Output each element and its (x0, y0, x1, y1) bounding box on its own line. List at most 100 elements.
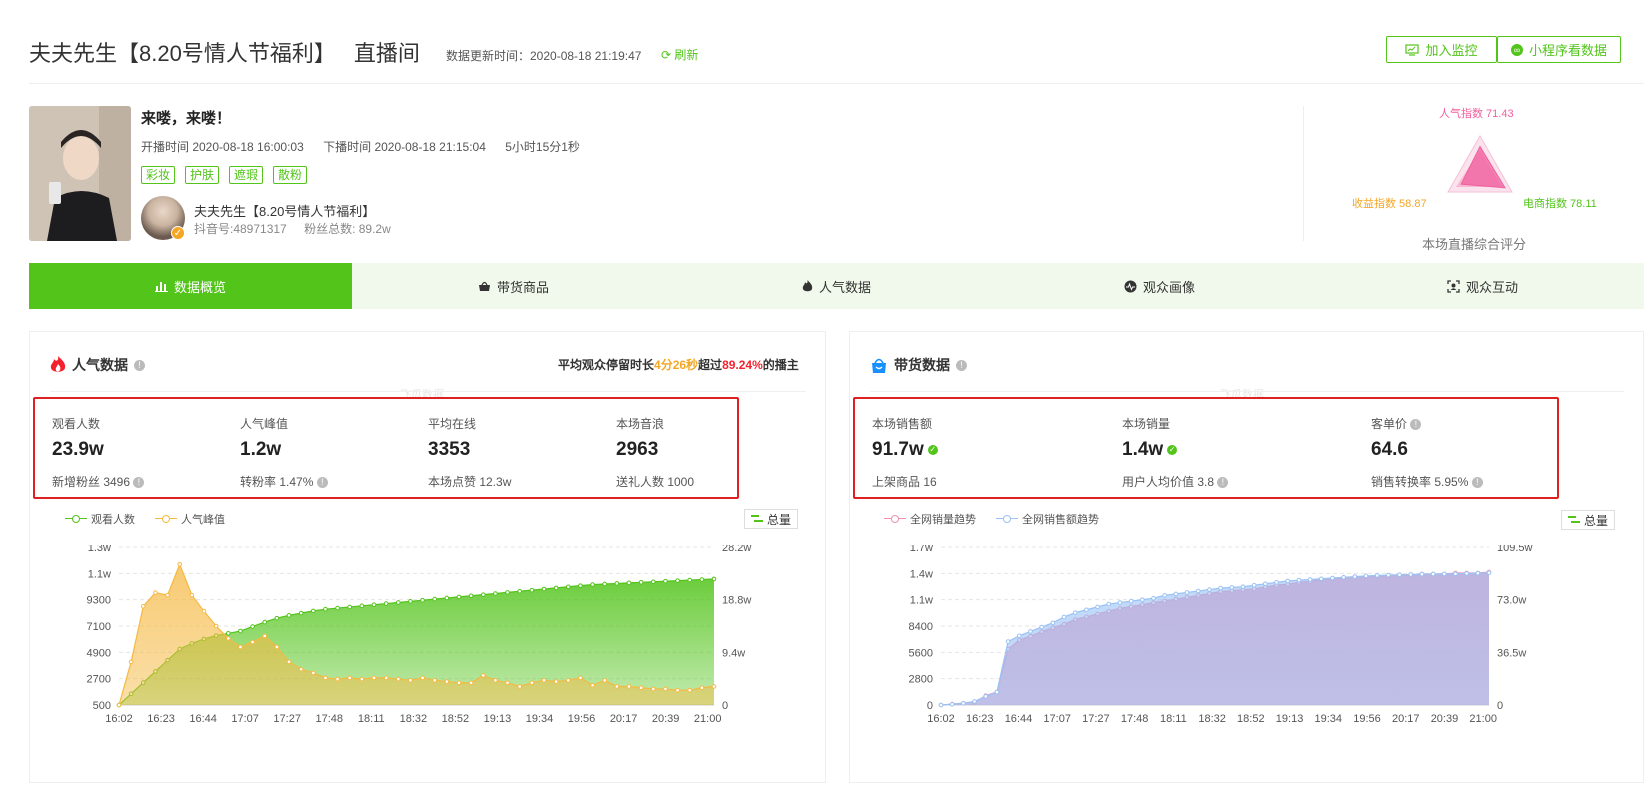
series-point (711, 684, 717, 689)
popularity-legend: 观看人数 人气峰值 (65, 511, 225, 527)
tag-item[interactable]: 护肤 (185, 166, 220, 184)
series-point (250, 639, 255, 645)
total-toggle-button[interactable]: 总量 (1561, 510, 1616, 530)
series-point (1218, 585, 1223, 591)
y-tick-label: 1.7w (910, 545, 933, 554)
tab-audience-interaction[interactable]: 观众互动 (1321, 263, 1644, 309)
header-divider (29, 83, 1644, 84)
series-point (1061, 614, 1067, 620)
series-point (1207, 587, 1212, 592)
series-point (972, 699, 977, 704)
series-point (1419, 571, 1425, 577)
refresh-button[interactable]: ⟳ 刷新 (661, 46, 698, 63)
x-tick-label: 16:44 (189, 713, 217, 725)
tag-item[interactable]: 彩妆 (141, 166, 176, 184)
series-point (371, 675, 377, 681)
series-point (359, 676, 365, 682)
series-point (1374, 573, 1380, 578)
series-point (1195, 588, 1201, 594)
tag-item[interactable]: 遮瑕 (229, 166, 264, 184)
info-icon[interactable]: ! (1471, 477, 1483, 489)
metric-value: 64.6 (1371, 439, 1408, 460)
add-monitor-button[interactable]: 加入监控 (1386, 36, 1497, 63)
series-point (517, 684, 523, 689)
y-tick-label: 7100 (87, 621, 111, 633)
series-point (699, 577, 705, 582)
series-point (650, 686, 656, 692)
tab-products[interactable]: 带货商品 (352, 263, 675, 309)
info-icon[interactable]: ! (956, 359, 967, 371)
verified-check-icon: ✓ (1167, 445, 1178, 455)
bar-chart-icon (154, 282, 168, 292)
miniapp-data-button[interactable]: ∞ 小程序看数据 (1497, 36, 1621, 63)
radar-ecommerce-label: 电商指数 78.11 (1523, 198, 1597, 210)
metric-sub: 用户人均价值 3.8 ! (1122, 473, 1229, 490)
x-tick-label: 18:11 (1160, 713, 1187, 725)
series-point (1117, 600, 1123, 605)
series-point (626, 580, 632, 586)
series-point (274, 644, 280, 650)
series-point (432, 596, 438, 602)
metric-value: 1.4w ✓ (1122, 439, 1178, 461)
tag-item[interactable]: 散粉 (273, 166, 308, 184)
total-toggle-button[interactable]: 总量 (744, 509, 799, 529)
x-tick-label: 17:07 (1043, 713, 1071, 725)
x-tick-label: 19:56 (568, 713, 596, 725)
info-icon[interactable]: ! (133, 477, 145, 489)
metric-label-text: 客单价 (1371, 417, 1408, 431)
info-icon[interactable]: ! (1410, 419, 1422, 431)
anchor-name[interactable]: 夫夫先生【8.20号情人节福利】 (194, 201, 375, 220)
series-point (1173, 591, 1179, 597)
x-tick-label: 19:13 (484, 713, 512, 725)
panel-divider (870, 391, 1624, 392)
metric-value: 91.7w ✓ (872, 439, 938, 461)
metric-sub: 上架商品 16 (872, 475, 937, 489)
x-tick-label: 16:23 (966, 713, 994, 725)
series-point (225, 630, 231, 636)
tab-popularity[interactable]: 人气数据 (675, 263, 998, 309)
legend-item[interactable]: 观看人数 (65, 511, 135, 527)
verified-check-icon: ✓ (927, 445, 938, 455)
info-icon[interactable]: ! (1217, 477, 1229, 489)
legend-item[interactable]: 全网销量趋势 (884, 511, 976, 527)
series-point (1453, 571, 1458, 576)
series-point (1430, 571, 1436, 577)
legend-item[interactable]: 全网销售额趋势 (996, 511, 1099, 527)
x-tick-label: 19:34 (1315, 713, 1343, 725)
radar-popularity-label: 人气指数 71.43 (1439, 108, 1514, 120)
metric-label: 人气峰值 (240, 417, 289, 431)
y2-tick-label: 73.0w (1497, 595, 1526, 607)
series-point (238, 644, 243, 650)
series-point (468, 593, 474, 599)
metric-label: 本场音浪 (616, 417, 665, 431)
info-icon[interactable]: ! (316, 477, 328, 489)
tab-bar: 数据概览 带货商品 人气数据 观众画像 观众互动 (29, 263, 1644, 309)
anchor-meta: 抖音号:48971317 粉丝总数: 89.2w (194, 220, 405, 237)
series-point (650, 579, 656, 585)
live-cover-image[interactable] (29, 106, 131, 241)
legend-item[interactable]: 人气峰值 (155, 511, 225, 527)
metric-sub: 本场点赞 12.3w (428, 475, 512, 489)
series-point (1128, 598, 1134, 604)
sales-legend: 全网销量趋势 全网销售额趋势 (884, 511, 1099, 527)
x-tick-label: 18:11 (358, 713, 385, 725)
metric-value: 3353 (428, 439, 471, 460)
series-point (1162, 593, 1167, 598)
info-icon[interactable]: ! (134, 359, 145, 371)
tab-audience-profile[interactable]: 观众画像 (998, 263, 1321, 309)
series-point (614, 581, 620, 586)
series-point (663, 686, 668, 692)
metric-value-text: 91.7w (872, 439, 924, 460)
tab-overview[interactable]: 数据概览 (29, 263, 352, 309)
y2-tick-label: 0 (722, 700, 728, 712)
legend-swatch (996, 515, 1018, 523)
flame-icon (50, 356, 66, 372)
series-point (347, 604, 353, 610)
series-point (663, 578, 668, 584)
metric-sub: 送礼人数 1000 (616, 475, 695, 489)
series-point (456, 594, 462, 600)
info-divider (1303, 106, 1304, 241)
series-point (298, 666, 304, 672)
series-point (938, 702, 944, 708)
series-point (687, 687, 693, 693)
